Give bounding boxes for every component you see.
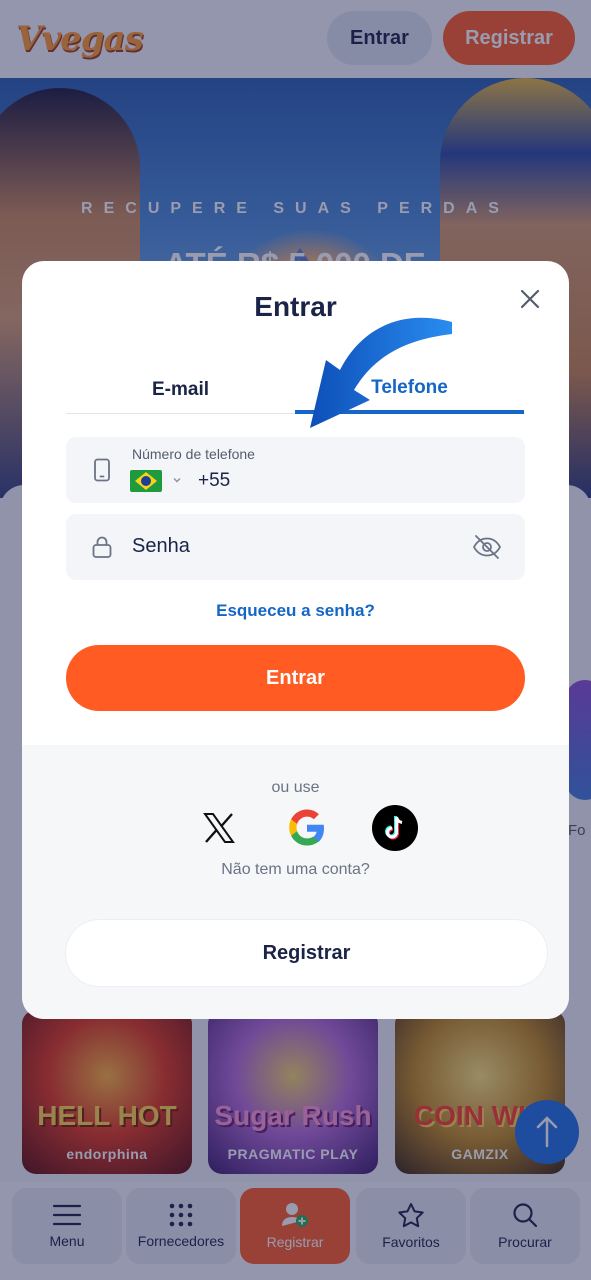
annotation-arrow-icon (310, 317, 452, 428)
login-submit-button[interactable]: Entrar (66, 645, 525, 711)
phone-field[interactable]: Número de telefone +55 (66, 437, 525, 503)
x-icon (203, 813, 235, 843)
tab-email[interactable]: E-mail (66, 366, 295, 414)
modal-footer: ou use Não tem uma conta? Registrar (22, 745, 569, 1019)
eye-off-icon[interactable] (472, 533, 502, 561)
no-account-label: Não tem uma conta? (221, 861, 370, 878)
tiktok-login-button[interactable] (372, 805, 418, 851)
lock-icon (92, 536, 112, 558)
phone-icon (94, 458, 110, 482)
phone-field-label: Número de telefone (132, 446, 255, 462)
google-login-button[interactable] (284, 805, 330, 851)
password-field[interactable]: Senha (66, 514, 525, 580)
password-placeholder: Senha (132, 535, 190, 557)
forgot-password-link[interactable]: Esqueceu a senha? (22, 601, 569, 621)
register-button[interactable]: Registrar (66, 920, 547, 986)
google-icon (289, 809, 324, 846)
or-use-label: ou use (271, 779, 320, 796)
close-button[interactable] (518, 287, 542, 311)
chevron-down-icon[interactable] (172, 475, 182, 485)
brazil-flag-icon[interactable] (130, 470, 162, 492)
close-icon (520, 289, 540, 309)
tiktok-icon (385, 816, 403, 840)
x-login-button[interactable] (196, 805, 242, 851)
phone-country-code: +55 (198, 470, 231, 491)
